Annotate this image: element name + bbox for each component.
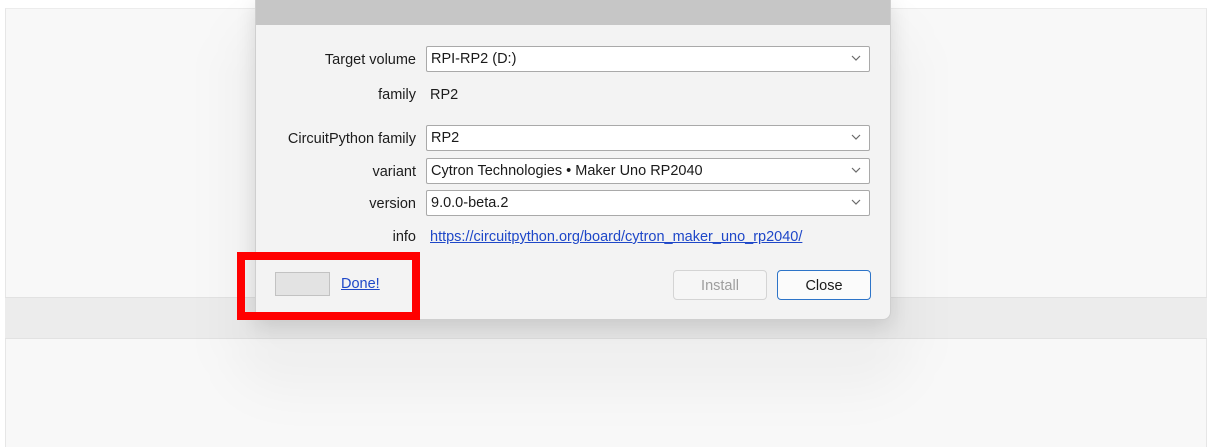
version-label: version (369, 196, 416, 212)
chevron-down-icon (851, 167, 861, 173)
variant-select[interactable]: Cytron Technologies • Maker Uno RP2040 (426, 158, 870, 184)
family-label: family (378, 87, 416, 103)
family-value: RP2 (430, 87, 459, 103)
chevron-down-icon (851, 55, 861, 61)
target-volume-label: Target volume (324, 52, 416, 68)
version-select[interactable]: 9.0.0-beta.2 (426, 190, 870, 216)
progress-indicator (275, 272, 330, 296)
circuitpython-family-label: CircuitPython family (287, 131, 416, 147)
chevron-down-icon (851, 134, 861, 140)
target-volume-value: RPI-RP2 (D:) (431, 51, 517, 67)
done-status-link[interactable]: Done! (341, 276, 380, 292)
version-value: 9.0.0-beta.2 (431, 195, 509, 211)
install-button[interactable]: Install (673, 270, 767, 300)
variant-value: Cytron Technologies • Maker Uno RP2040 (431, 163, 703, 179)
circuitpython-family-select[interactable]: RP2 (426, 125, 870, 151)
target-volume-select[interactable]: RPI-RP2 (D:) (426, 46, 870, 72)
info-label: info (392, 229, 416, 245)
close-button[interactable]: Close (777, 270, 871, 300)
board-info-link[interactable]: https://circuitpython.org/board/cytron_m… (430, 229, 802, 245)
variant-label: variant (372, 164, 416, 180)
install-circuitpython-dialog: Target volume RPI-RP2 (D:) family RP2 Ci… (255, 0, 891, 320)
chevron-down-icon (851, 199, 861, 205)
dialog-titlebar (256, 0, 890, 25)
circuitpython-family-value: RP2 (431, 130, 460, 146)
